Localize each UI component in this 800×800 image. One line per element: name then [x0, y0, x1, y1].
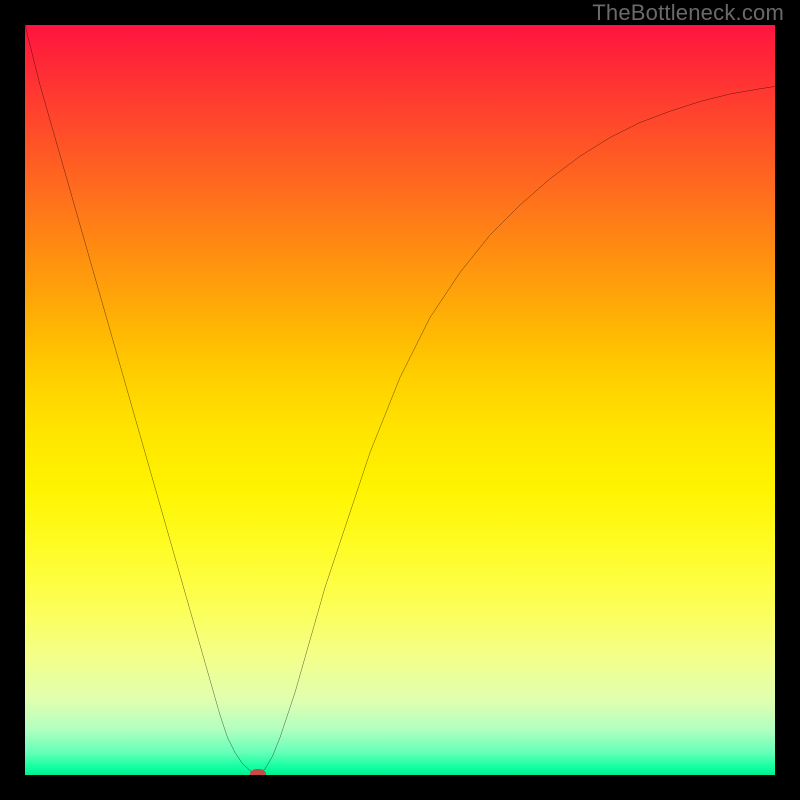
plot-area — [25, 25, 775, 775]
optimal-point-marker — [250, 769, 266, 775]
bottleneck-curve — [25, 25, 775, 775]
chart-frame: TheBottleneck.com — [0, 0, 800, 800]
watermark-text: TheBottleneck.com — [592, 0, 784, 26]
